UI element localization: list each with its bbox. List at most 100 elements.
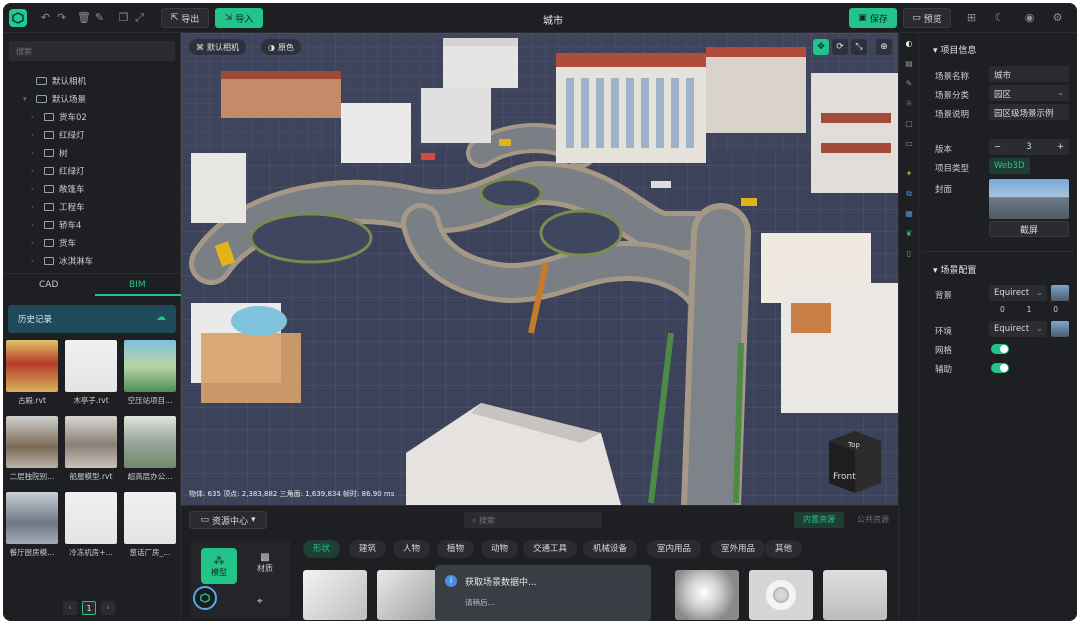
app-badge-icon[interactable] <box>193 586 217 610</box>
tree-item[interactable]: › 冰淇淋车 <box>31 253 93 269</box>
category-chip[interactable]: 机械设备 <box>583 540 638 558</box>
page-number[interactable]: 1 <box>82 601 96 615</box>
chevron-right-icon[interactable]: › <box>31 167 39 175</box>
tree-item[interactable]: 默认相机 <box>23 73 86 89</box>
tree-item[interactable]: › 红绿灯 <box>31 163 85 179</box>
scene-name-input[interactable]: 城市 <box>989 66 1069 82</box>
upload-cloud-icon[interactable]: ☁ <box>156 312 166 323</box>
asset-shape-plane[interactable] <box>303 570 367 620</box>
tab-builtin-resources[interactable]: 内置资源 <box>794 512 844 528</box>
category-chip[interactable]: 交通工具 <box>523 540 578 558</box>
tree-item[interactable]: › 敞篷车 <box>31 181 85 197</box>
brush-icon[interactable]: ✎ <box>93 11 106 24</box>
environment-select[interactable]: Equirect ⌄ <box>989 321 1047 337</box>
scene-category-select[interactable]: 园区 ⌄ <box>989 85 1069 101</box>
globe-icon[interactable]: ⊕ <box>876 39 892 55</box>
tab-bim[interactable]: BIM <box>129 280 146 290</box>
chevron-right-icon[interactable]: › <box>31 257 39 265</box>
redo-icon[interactable]: ↷ <box>55 11 68 24</box>
background-preview[interactable] <box>1051 285 1069 301</box>
chevron-right-icon[interactable]: › <box>31 131 39 139</box>
plus-icon[interactable]: + <box>1057 142 1064 152</box>
version-stepper[interactable]: − 3 + <box>989 139 1069 155</box>
cube-front-label[interactable]: Front <box>833 472 856 482</box>
palette-icon[interactable]: ◉ <box>1023 11 1036 24</box>
category-chip[interactable]: 动物 <box>481 540 519 558</box>
environment-preview[interactable] <box>1051 321 1069 337</box>
chart-icon[interactable]: ▦ <box>904 209 914 219</box>
tab-cad[interactable]: CAD <box>39 280 58 290</box>
3d-viewport[interactable]: Top Front ⌘ 默认相机 ◑ 原色 ✥ ⟳ ⤡ ⊕ 物体: 635 顶点… <box>181 33 898 505</box>
chevron-right-icon[interactable]: › <box>31 239 39 247</box>
image-icon[interactable]: ▭ <box>904 139 914 149</box>
scene-desc-input[interactable]: 园区级场景示例 <box>989 104 1069 120</box>
category-chip[interactable]: 形状 <box>303 540 341 558</box>
undo-icon[interactable]: ↶ <box>39 11 52 24</box>
minus-icon[interactable]: − <box>994 142 1001 152</box>
category-chip[interactable]: 建筑 <box>349 540 387 558</box>
box-icon[interactable]: ▢ <box>904 119 914 129</box>
import-button[interactable]: ⇲ 导入 <box>215 8 263 28</box>
pen-icon[interactable]: ✎ <box>904 79 914 89</box>
tree-item[interactable]: › 工程车 <box>31 199 85 215</box>
chevron-right-icon[interactable]: › <box>31 203 39 211</box>
tree-item[interactable]: › 红绿灯 <box>31 127 85 143</box>
model-thumb[interactable]: 古殿.rvt <box>6 340 58 408</box>
model-type-button[interactable]: ⁂ 模型 <box>201 548 237 584</box>
section-project-info[interactable]: ▾ 项目信息 <box>933 43 976 56</box>
copy-icon[interactable]: ❐ <box>117 11 130 24</box>
default-camera-button[interactable]: ⌘ 默认相机 <box>189 39 246 55</box>
sun-icon[interactable]: ☼ <box>904 99 914 109</box>
cube-top-label[interactable]: Top <box>847 441 860 449</box>
rotation-z[interactable]: 0 <box>1053 305 1058 314</box>
resource-center-dropdown[interactable]: ▭ 资源中心 ▾ <box>189 511 267 529</box>
category-chip[interactable]: 植物 <box>437 540 475 558</box>
rotate-icon[interactable]: ⟳ <box>832 39 848 55</box>
model-thumb[interactable]: 葱话厂房_... <box>124 492 176 560</box>
asset-shape-sphere[interactable] <box>675 570 739 620</box>
tree-item[interactable]: › 货车02 <box>31 109 87 125</box>
background-select[interactable]: Equirect ⌄ <box>989 285 1047 301</box>
preview-button[interactable]: ▭ 预览 <box>903 8 951 28</box>
rotation-y[interactable]: 1 <box>1027 305 1032 314</box>
material-type-button[interactable]: ▩ 材质 <box>247 552 283 574</box>
tree-item[interactable]: › 树 <box>31 145 68 161</box>
color-mode-button[interactable]: ◑ 原色 <box>261 39 301 55</box>
category-chip[interactable]: 室内用品 <box>647 540 702 558</box>
next-page-button[interactable]: › <box>101 601 115 615</box>
export-button[interactable]: ⇱ 导出 <box>161 8 209 28</box>
moon-icon[interactable]: ☾ <box>993 11 1006 24</box>
move-icon[interactable]: ✥ <box>813 39 829 55</box>
model-thumb[interactable]: 餐厅厨房模... <box>6 492 58 560</box>
asset-shape-slab[interactable] <box>823 570 887 620</box>
model-thumb[interactable]: 船屋模型.rvt <box>65 416 117 484</box>
section-scene-config[interactable]: ▾ 场景配置 <box>933 263 976 276</box>
chevron-right-icon[interactable]: › <box>31 149 39 157</box>
tab-public-resources[interactable]: 公共资源 <box>848 512 898 528</box>
rotation-x[interactable]: 0 <box>1000 305 1005 314</box>
save-button[interactable]: ▣ 保存 <box>849 8 897 28</box>
scene-icon[interactable]: ◐ <box>904 39 914 49</box>
chevron-right-icon[interactable]: › <box>31 185 39 193</box>
fullscreen-icon[interactable]: ⤢ <box>133 11 146 24</box>
gear-icon[interactable]: ⚙ <box>1051 11 1064 24</box>
tree-item[interactable]: › 轿车4 <box>31 217 81 233</box>
model-thumb[interactable]: 空压站项目... <box>124 340 176 408</box>
screenshot-button[interactable]: 截屏 <box>989 221 1069 237</box>
history-bar[interactable]: 历史记录 ☁ <box>8 305 176 333</box>
tree-item[interactable]: ▾ 默认场景 <box>23 91 86 107</box>
leaf-icon[interactable]: ❦ <box>904 229 914 239</box>
model-thumb[interactable]: 二层独院别... <box>6 416 58 484</box>
model-thumb[interactable]: 木亭子.rvt <box>65 340 117 408</box>
delete-icon[interactable]: 🗑 <box>77 11 91 24</box>
prev-page-button[interactable]: ‹ <box>63 601 77 615</box>
chevron-right-icon[interactable]: › <box>31 221 39 229</box>
tree-item[interactable]: › 货车 <box>31 235 76 251</box>
layers-icon[interactable]: ▤ <box>904 59 914 69</box>
category-chip[interactable]: 人物 <box>393 540 431 558</box>
asset-shape-cube[interactable] <box>377 570 441 620</box>
link-icon[interactable]: ⧉ <box>904 189 914 199</box>
grid-toggle[interactable] <box>991 344 1009 354</box>
resource-search-input[interactable]: ⌕ 搜索 <box>464 512 602 528</box>
model-thumb[interactable]: 超高层办公... <box>124 416 176 484</box>
